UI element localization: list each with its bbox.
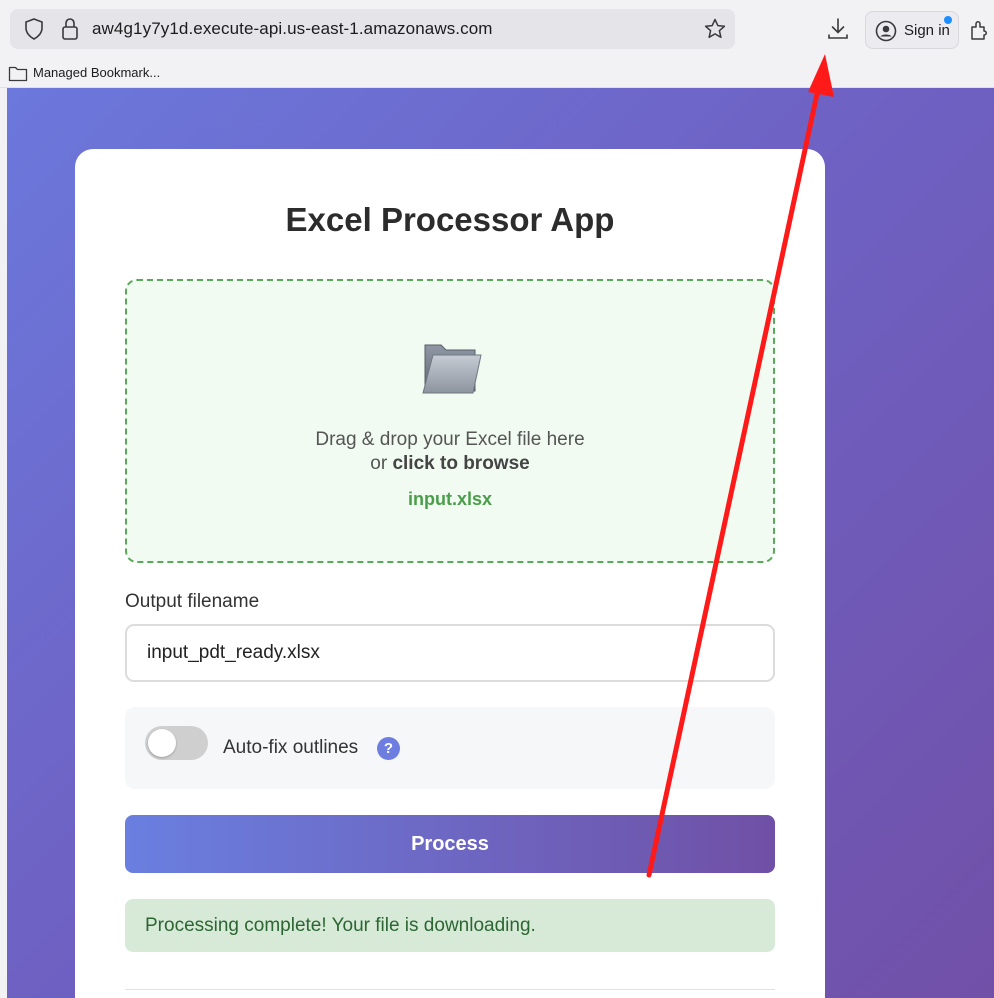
auto-fix-toggle[interactable] <box>145 726 208 760</box>
star-icon[interactable] <box>703 17 727 41</box>
dropzone-browse-text: or click to browse <box>127 453 773 475</box>
output-filename-label: Output filename <box>125 591 260 612</box>
shield-icon[interactable] <box>24 18 44 40</box>
browser-toolbar: aw4g1y7y1d.execute-api.us-east-1.amazona… <box>0 0 994 60</box>
sign-in-button[interactable]: Sign in <box>865 11 959 49</box>
lock-icon[interactable] <box>60 17 80 41</box>
app-card: Excel Processor App Drag & drop your Exc… <box>75 149 825 998</box>
file-dropzone[interactable]: Drag & drop your Excel file here or clic… <box>125 279 775 563</box>
url-text[interactable]: aw4g1y7y1d.execute-api.us-east-1.amazona… <box>92 19 493 39</box>
folder-icon <box>8 66 28 82</box>
bookmarks-bar: Managed Bookmark... <box>0 60 994 88</box>
folder-large-icon <box>422 344 482 394</box>
help-icon[interactable]: ? <box>377 737 400 760</box>
auto-fix-label: Auto-fix outlines <box>223 737 359 758</box>
notification-dot <box>944 16 952 24</box>
divider <box>125 989 775 990</box>
dropzone-instruction: Drag & drop your Excel file here <box>315 429 585 450</box>
process-button[interactable]: Process <box>125 815 775 873</box>
sign-in-label: Sign in <box>904 22 950 39</box>
account-icon <box>875 20 897 42</box>
page-background: Excel Processor App Drag & drop your Exc… <box>7 88 994 998</box>
page-title: Excel Processor App <box>285 201 615 238</box>
status-message: Processing complete! Your file is downlo… <box>125 899 775 952</box>
bookmark-managed[interactable]: Managed Bookmark... <box>33 65 160 80</box>
extensions-icon[interactable] <box>969 18 991 42</box>
address-bar[interactable]: aw4g1y7y1d.execute-api.us-east-1.amazona… <box>10 9 735 49</box>
output-filename-input[interactable] <box>125 624 775 682</box>
options-panel: Auto-fix outlines ? <box>125 707 775 789</box>
selected-filename: input.xlsx <box>407 489 492 509</box>
browse-link[interactable]: click to browse <box>392 453 529 474</box>
dropzone-browse-prefix: or <box>370 453 393 474</box>
toggle-knob <box>148 729 176 757</box>
download-icon[interactable] <box>826 16 850 42</box>
